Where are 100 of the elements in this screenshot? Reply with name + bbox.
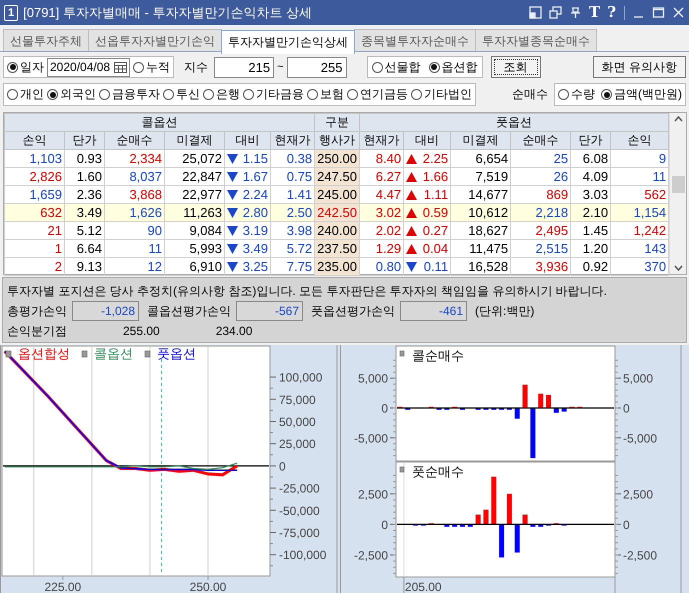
field-label: 콜옵션평가손익 [147, 302, 231, 320]
axis-label: -50,000 [279, 504, 320, 518]
table-cell: 6.27 [360, 168, 404, 186]
breakeven-value: 255.00 [123, 324, 160, 338]
table-cell: 632 [4, 204, 64, 222]
table-cell: 90 [104, 222, 164, 240]
table-cell: 8,037 [104, 168, 164, 186]
group-header: 풋옵션 [360, 114, 669, 132]
table-cell: 6.64 [64, 240, 104, 258]
axis-label: 0 [381, 518, 388, 532]
chart-title: 콜순매수 [412, 348, 464, 363]
column-header: 단가 [570, 132, 611, 150]
table-cell: 21 [4, 222, 64, 240]
table-cell: 250.00 [314, 150, 360, 168]
axis-label: 0 [279, 459, 286, 474]
table-cell: 25,072 [164, 150, 224, 168]
table-cell: 1,626 [104, 204, 164, 222]
column-header: 미결제 [164, 132, 224, 150]
table-cell: 2,826 [4, 168, 64, 186]
table-cell: 2.80 [242, 205, 268, 220]
breakeven-value: 234.00 [216, 324, 252, 338]
table-cell: 2.02 [360, 222, 404, 240]
table-cell: 2,218 [510, 204, 571, 222]
table-cell: 370 [610, 258, 669, 276]
table-cell: 4.09 [570, 168, 611, 186]
axis-label: 2,500 [623, 487, 654, 502]
table-cell: 1,103 [4, 150, 64, 168]
axis-label: -2,500 [623, 548, 658, 562]
legend-label: 풋옵션 [157, 346, 196, 361]
table-cell: 22,847 [164, 168, 224, 186]
axis-label: 5,000 [358, 372, 388, 386]
table-cell: 240.00 [314, 222, 360, 240]
table-cell: 1,154 [610, 204, 669, 222]
net-buy-label: 순매수 [512, 86, 548, 103]
table-cell: 11,475 [450, 240, 511, 258]
column-header: 순매수 [104, 132, 164, 150]
table-cell: 8.40 [360, 150, 404, 168]
table-cell: 5.12 [64, 222, 104, 240]
table-cell: 0.04 [422, 241, 448, 256]
legend-label: 콜옵션 [94, 346, 133, 361]
table-cell: 3.25 [242, 259, 268, 274]
index-label: 지수 [184, 58, 208, 76]
table-cell: 2.10 [570, 204, 611, 222]
axis-label: 2,500 [358, 487, 388, 502]
column-header: 손익 [610, 132, 669, 150]
table-cell: 26 [510, 168, 571, 186]
table-cell: 18,627 [450, 222, 511, 240]
axis-label: 50,000 [279, 414, 316, 429]
chart-title: 풋순매수 [412, 464, 464, 479]
table-cell: 6,654 [450, 150, 511, 168]
column-header: 손익 [4, 132, 64, 150]
column-header: 미결제 [450, 132, 511, 150]
table-cell: 10,612 [450, 204, 511, 222]
axis-label: 0 [623, 518, 630, 532]
axis-label: 0 [381, 401, 388, 416]
table-cell: 2 [4, 258, 64, 276]
table-cell: 3.49 [64, 204, 104, 222]
column-header: 대비 [404, 132, 451, 150]
table-cell: 1.20 [570, 240, 611, 258]
table-cell: 2,334 [104, 150, 164, 168]
table-cell: 247.50 [314, 168, 360, 186]
table-cell: 3.02 [360, 204, 404, 222]
axis-label: 250.00 [190, 580, 226, 593]
table-cell: 1.67 [242, 169, 268, 184]
field-label: 총평가손익 [7, 302, 67, 320]
value-field: -567 [236, 301, 303, 321]
table-cell: 2.25 [422, 151, 448, 166]
axis-label: 225.00 [44, 580, 82, 593]
table-cell: 2,515 [510, 240, 571, 258]
group-header: 구분 [314, 114, 360, 132]
axis-label: -75,000 [279, 526, 320, 540]
axis-label: 0 [623, 401, 630, 416]
column-header: 순매수 [510, 132, 571, 150]
table-cell: 235.00 [314, 258, 360, 276]
value-field: -1,028 [72, 301, 139, 321]
table-cell: 6,910 [164, 258, 224, 276]
column-header: 단가 [64, 132, 104, 150]
group-header: 콜옵션 [4, 114, 315, 132]
table-cell: 11,263 [164, 204, 224, 222]
table-cell: 3.19 [242, 223, 268, 238]
table-cell: 3.49 [242, 241, 268, 256]
breakeven-label: 손익분기점 [7, 322, 67, 340]
table-cell: 0.27 [422, 223, 448, 238]
table-cell: 0.92 [570, 258, 611, 276]
column-header: 대비 [224, 132, 270, 150]
table-cell: 1.11 [424, 187, 448, 202]
axis-label: 205.00 [404, 580, 442, 593]
table-cell: 5,993 [164, 240, 224, 258]
legend-label: 옵션합성 [18, 346, 70, 361]
column-header: 현재가 [360, 132, 404, 150]
axis-label: -5,000 [354, 431, 388, 446]
table-cell: 1 [4, 240, 64, 258]
column-header: 현재가 [270, 132, 315, 150]
axis-label: 75,000 [279, 392, 316, 407]
value-field: -461 [400, 301, 467, 321]
table-cell: 11 [104, 240, 164, 258]
column-header: 행사가 [314, 132, 360, 150]
table-cell: 2,495 [510, 222, 571, 240]
table-cell: 3,936 [510, 258, 571, 276]
table-cell: 1.15 [242, 151, 268, 166]
